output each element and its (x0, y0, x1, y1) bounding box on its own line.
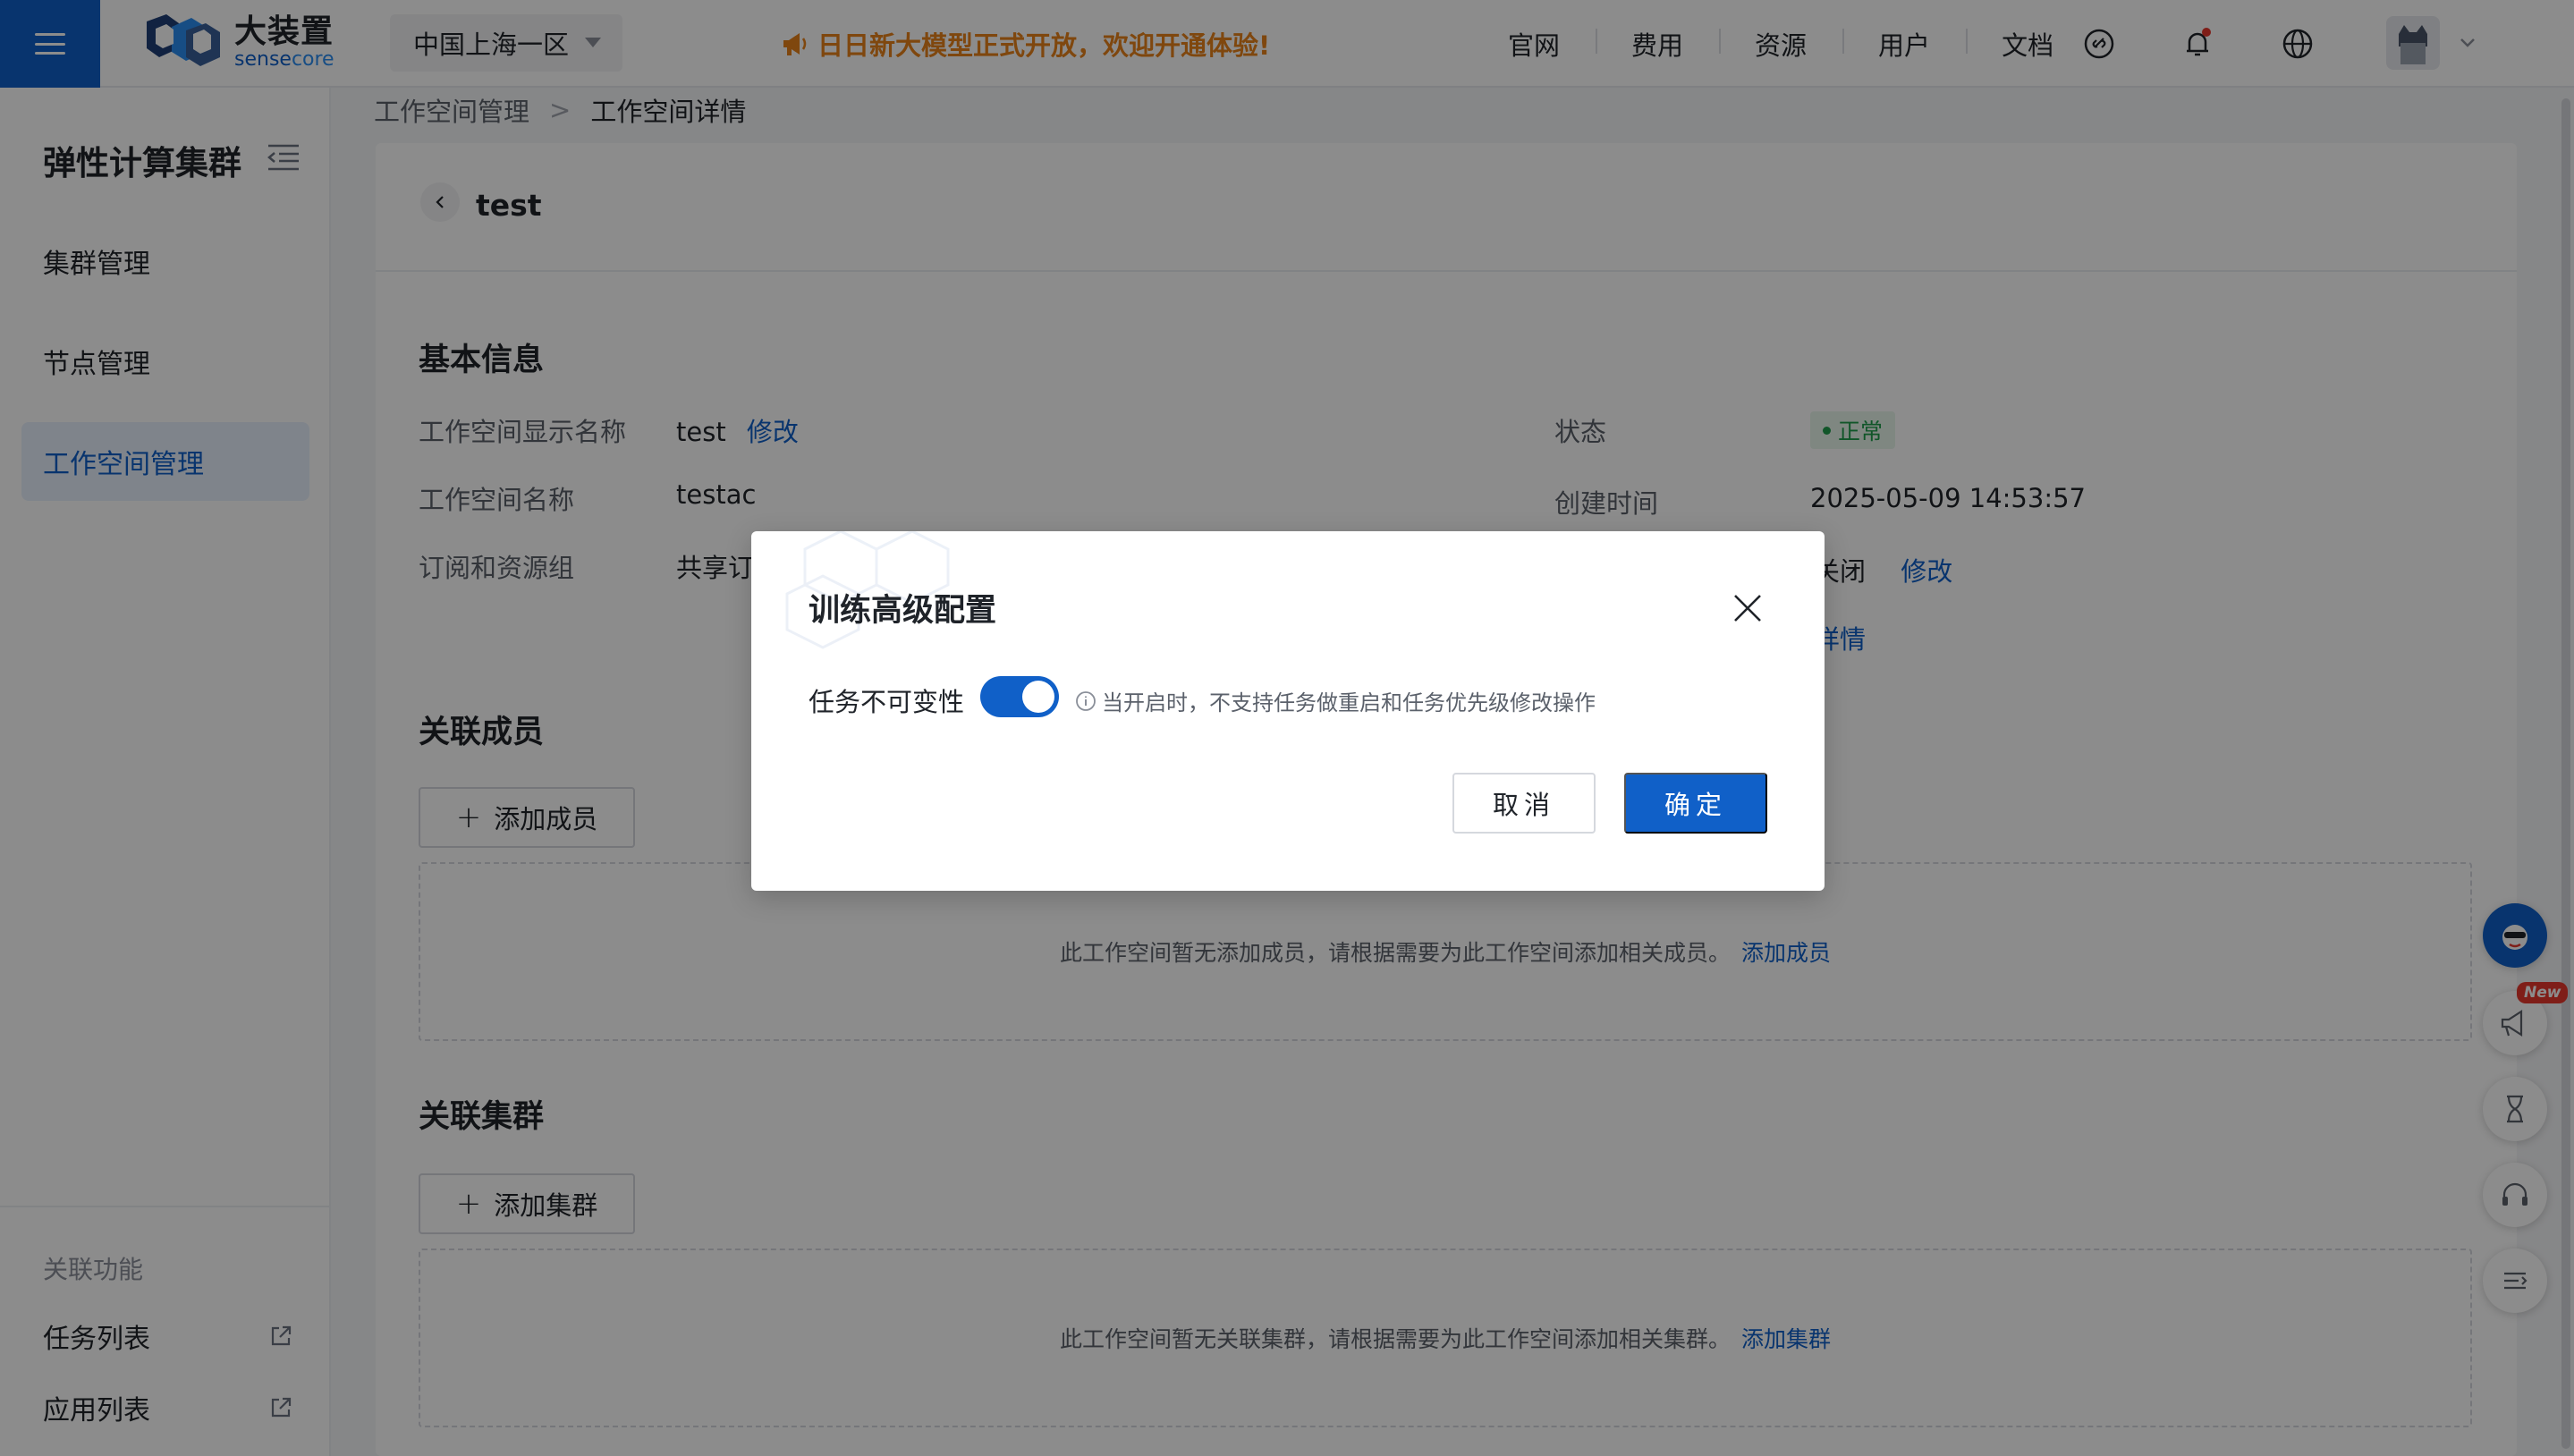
confirm-button[interactable]: 确定 (1624, 773, 1767, 834)
immutability-hint: 当开启时，不支持任务做重启和任务优先级修改操作 (1075, 685, 1596, 716)
immutability-toggle[interactable] (980, 676, 1059, 717)
cancel-button[interactable]: 取消 (1452, 773, 1596, 834)
immutability-label: 任务不可变性 (809, 687, 965, 717)
hint-text: 当开启时，不支持任务做重启和任务优先级修改操作 (1102, 690, 1596, 715)
info-icon (1076, 690, 1096, 711)
close-icon[interactable] (1730, 590, 1765, 626)
toggle-knob (1022, 681, 1054, 713)
training-config-modal: 训练高级配置 任务不可变性 当开启时，不支持任务做重启和任务优先级修改操作 取消… (751, 531, 1825, 891)
modal-title: 训练高级配置 (809, 593, 997, 629)
